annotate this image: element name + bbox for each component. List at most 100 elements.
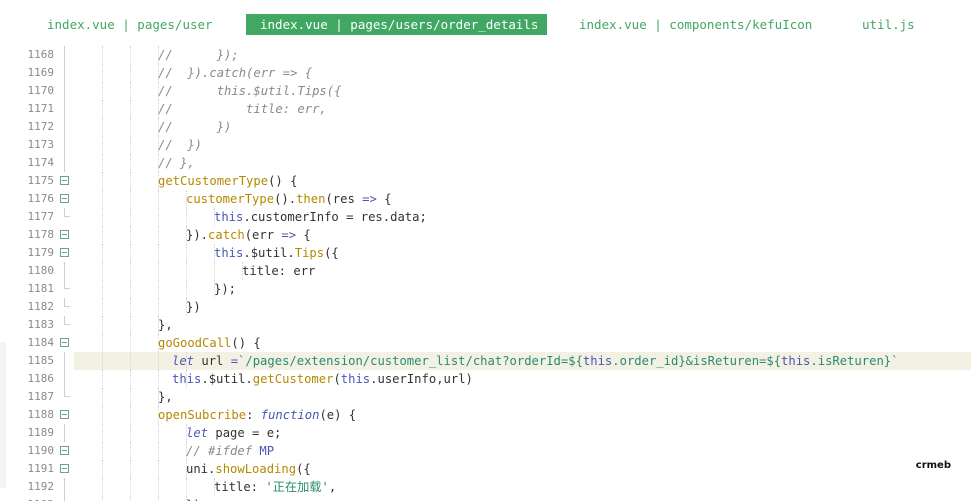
code-token: }); — [214, 282, 237, 296]
indent-guide — [130, 118, 131, 136]
indent-guide — [130, 190, 131, 208]
indent-guide — [102, 334, 103, 352]
indent-guide — [102, 388, 103, 406]
indent-guide — [102, 442, 103, 460]
code-text: this.customerInfo = res.data; — [214, 208, 427, 226]
code-token: .$util. — [201, 372, 253, 386]
line-number: 1171 — [27, 102, 55, 115]
code-line[interactable]: 1170 // this.$util.Tips({ — [0, 82, 971, 100]
indent-guide — [130, 460, 131, 478]
tab-pages-user[interactable]: index.vue | pages/user — [47, 14, 213, 35]
code-text: // }) — [158, 118, 231, 136]
code-token: MP — [259, 444, 275, 458]
code-line[interactable]: 1192 title: '正在加载', — [0, 478, 971, 496]
code-line[interactable]: 1172 // }) — [0, 118, 971, 136]
tab-kefu-icon[interactable]: index.vue | components/kefuIcon — [579, 14, 812, 35]
indent-guide — [102, 352, 103, 370]
watermark-logo: crmeb — [915, 460, 951, 471]
indent-guide — [186, 244, 187, 262]
code-line[interactable]: 1189 let page = e; — [0, 424, 971, 442]
fold-range-line — [64, 352, 65, 370]
line-number: 1179 — [27, 246, 55, 259]
code-text: getCustomerType() { — [158, 172, 297, 190]
code-line[interactable]: 1168 // }); — [0, 46, 971, 64]
code-line[interactable]: 1171 // title: err, — [0, 100, 971, 118]
code-line[interactable]: 1181}); — [0, 280, 971, 298]
code-line[interactable]: 1173 // }) — [0, 136, 971, 154]
code-token: (). — [274, 192, 297, 206]
fold-toggle-icon[interactable] — [60, 464, 69, 473]
code-token: (e) { — [319, 408, 357, 422]
indent-guide — [130, 244, 131, 262]
code-line[interactable]: 1176 customerType().then(res => { — [0, 190, 971, 208]
indent-guide — [130, 442, 131, 460]
code-token: // title: err, — [158, 102, 327, 116]
code-line[interactable]: 1175 getCustomerType() { — [0, 172, 971, 190]
code-token: title: err — [242, 264, 316, 278]
fold-toggle-icon[interactable] — [60, 410, 69, 419]
code-line[interactable]: 1186 this.$util.getCustomer(this.userInfo… — [0, 370, 971, 388]
code-token: this — [340, 372, 371, 386]
code-line[interactable]: 1188 openSubcribe: function(e) { — [0, 406, 971, 424]
tab-order-details[interactable]: index.vue | pages/users/order_details — [246, 14, 547, 35]
code-text: // }, — [158, 154, 195, 172]
code-line[interactable]: 1193}); — [0, 496, 971, 501]
code-token: this — [582, 354, 613, 368]
indent-guide — [102, 262, 103, 280]
code-line[interactable]: 1169 // }).catch(err => { — [0, 64, 971, 82]
code-token: // }); — [158, 48, 239, 62]
fold-toggle-icon[interactable] — [60, 194, 69, 203]
indent-guide — [158, 262, 159, 280]
indent-guide — [158, 244, 159, 262]
code-line[interactable]: 1177 this.customerInfo = res.data; — [0, 208, 971, 226]
code-line[interactable]: 1187}, — [0, 388, 971, 406]
code-text: uni.showLoading({ — [186, 460, 311, 478]
code-text: // }).catch(err => { — [158, 64, 312, 82]
code-line[interactable]: 1174 // }, — [0, 154, 971, 172]
fold-toggle-icon[interactable] — [60, 248, 69, 257]
code-token: showLoading — [215, 462, 297, 476]
code-token: let — [186, 426, 209, 440]
code-text: title: '正在加载', — [214, 478, 336, 496]
indent-guide — [130, 496, 131, 501]
code-text: let page = e; — [186, 424, 281, 442]
code-token: { — [376, 192, 392, 206]
code-token: (res — [325, 192, 363, 206]
code-line[interactable]: 1180 title: err — [0, 262, 971, 280]
fold-toggle-icon[interactable] — [60, 338, 69, 347]
code-line[interactable]: 1182}) — [0, 298, 971, 316]
line-number: 1169 — [27, 66, 55, 79]
code-text: title: err — [242, 262, 315, 280]
indent-guide — [186, 208, 187, 226]
code-token: }, — [158, 390, 173, 404]
fold-end-marker — [64, 298, 70, 307]
code-token: url — [194, 354, 231, 368]
fold-toggle-icon[interactable] — [60, 446, 69, 455]
code-line[interactable]: 1184 goGoodCall() { — [0, 334, 971, 352]
code-text: // this.$util.Tips({ — [158, 82, 341, 100]
tab-util-js[interactable]: util.js — [862, 14, 915, 35]
code-token: this — [214, 246, 244, 260]
code-line[interactable]: 1190 // #ifdef MP — [0, 442, 971, 460]
fold-range-line — [64, 100, 65, 118]
fold-toggle-icon[interactable] — [60, 176, 69, 185]
code-line[interactable]: 1185 let url =`/pages/extension/customer_… — [0, 352, 971, 370]
line-number: 1180 — [27, 264, 55, 277]
code-line[interactable]: 1179 this.$util.Tips({ — [0, 244, 971, 262]
line-number: 1183 — [27, 318, 55, 331]
code-text: }, — [158, 388, 173, 406]
fold-end-marker — [64, 208, 70, 217]
code-line[interactable]: 1183}, — [0, 316, 971, 334]
indent-guide — [130, 424, 131, 442]
indent-guide — [102, 100, 103, 118]
code-token: }) — [186, 300, 201, 314]
fold-end-marker — [64, 280, 70, 289]
code-line[interactable]: 1191 uni.showLoading({ — [0, 460, 971, 478]
code-text: customerType().then(res => { — [186, 190, 392, 208]
code-line[interactable]: 1178}).catch(err => { — [0, 226, 971, 244]
line-number: 1186 — [27, 372, 55, 385]
code-token: // }) — [158, 138, 203, 152]
editor-tab-bar: index.vue | pages/user index.vue | pages… — [0, 0, 971, 46]
code-editor[interactable]: 1168 // }); 1169 // }).catch(err => {1170 //… — [0, 46, 971, 501]
fold-toggle-icon[interactable] — [60, 230, 69, 239]
